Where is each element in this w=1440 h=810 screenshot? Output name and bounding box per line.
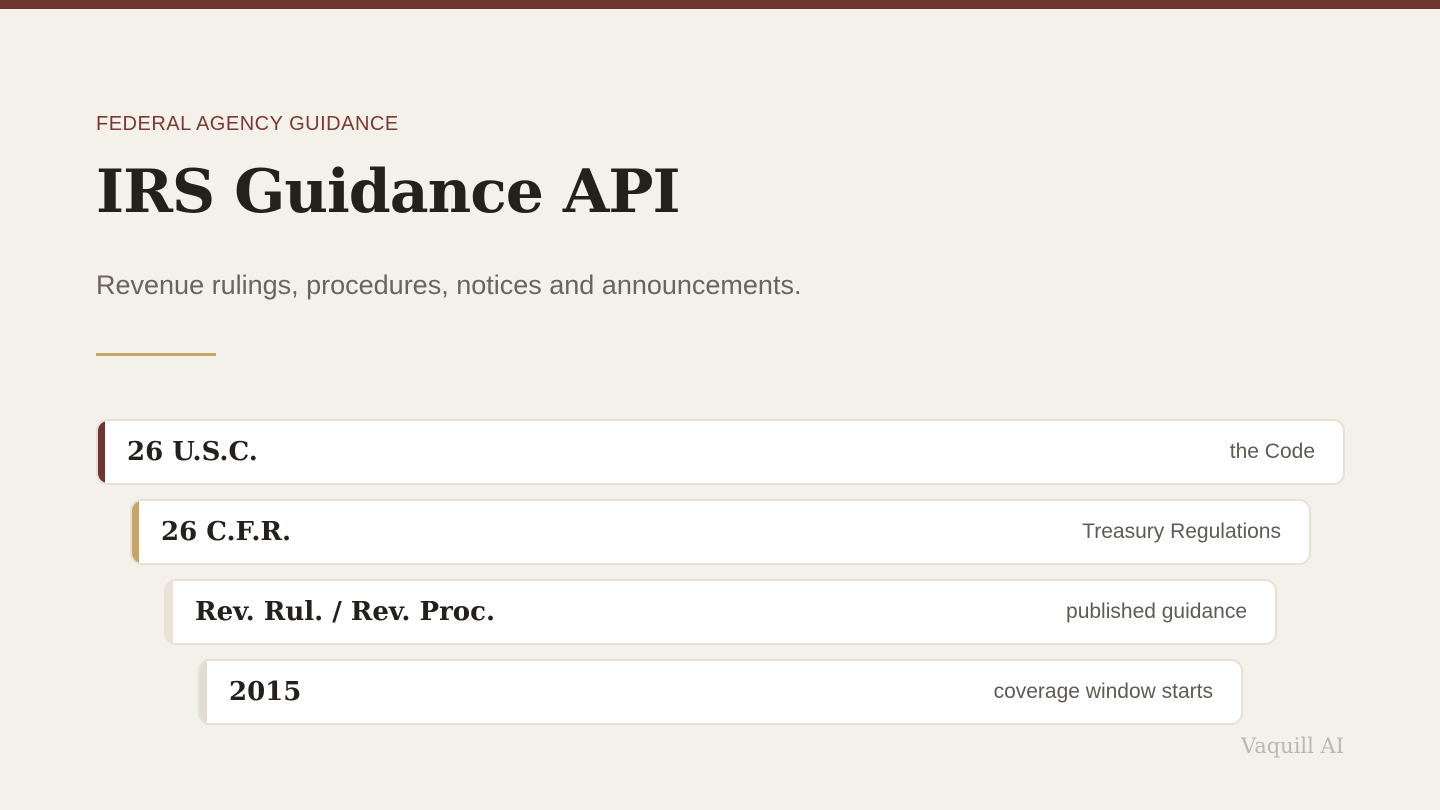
layer-accent-bar xyxy=(200,661,207,723)
layer-description: the Code xyxy=(1229,440,1315,463)
top-accent-bar xyxy=(0,0,1440,9)
layer-name: 26 C.F.R. xyxy=(161,517,292,547)
hierarchy-layer-regulations: 26 C.F.R. Treasury Regulations xyxy=(130,499,1311,565)
layer-description: coverage window starts xyxy=(993,680,1213,703)
layer-name: 26 U.S.C. xyxy=(127,437,258,467)
hierarchy-layer-coverage: 2015 coverage window starts xyxy=(198,659,1243,725)
divider-rule xyxy=(96,353,216,356)
layer-description: Treasury Regulations xyxy=(1082,520,1281,543)
layer-accent-bar xyxy=(98,421,105,483)
page-title: IRS Guidance API xyxy=(96,157,681,227)
slide: FEDERAL AGENCY GUIDANCE IRS Guidance API… xyxy=(0,0,1440,810)
layer-name: Rev. Rul. / Rev. Proc. xyxy=(195,597,496,627)
hierarchy-layer-code: 26 U.S.C. the Code xyxy=(96,419,1345,485)
page-subtitle: Revenue rulings, procedures, notices and… xyxy=(96,270,802,300)
layer-description: published guidance xyxy=(1066,600,1247,623)
brand-wordmark: Vaquill AI xyxy=(1240,734,1344,758)
layer-accent-bar xyxy=(132,501,139,563)
layer-accent-bar xyxy=(166,581,173,643)
layer-name: 2015 xyxy=(229,677,302,707)
eyebrow-label: FEDERAL AGENCY GUIDANCE xyxy=(96,113,399,135)
hierarchy-layer-guidance: Rev. Rul. / Rev. Proc. published guidanc… xyxy=(164,579,1277,645)
